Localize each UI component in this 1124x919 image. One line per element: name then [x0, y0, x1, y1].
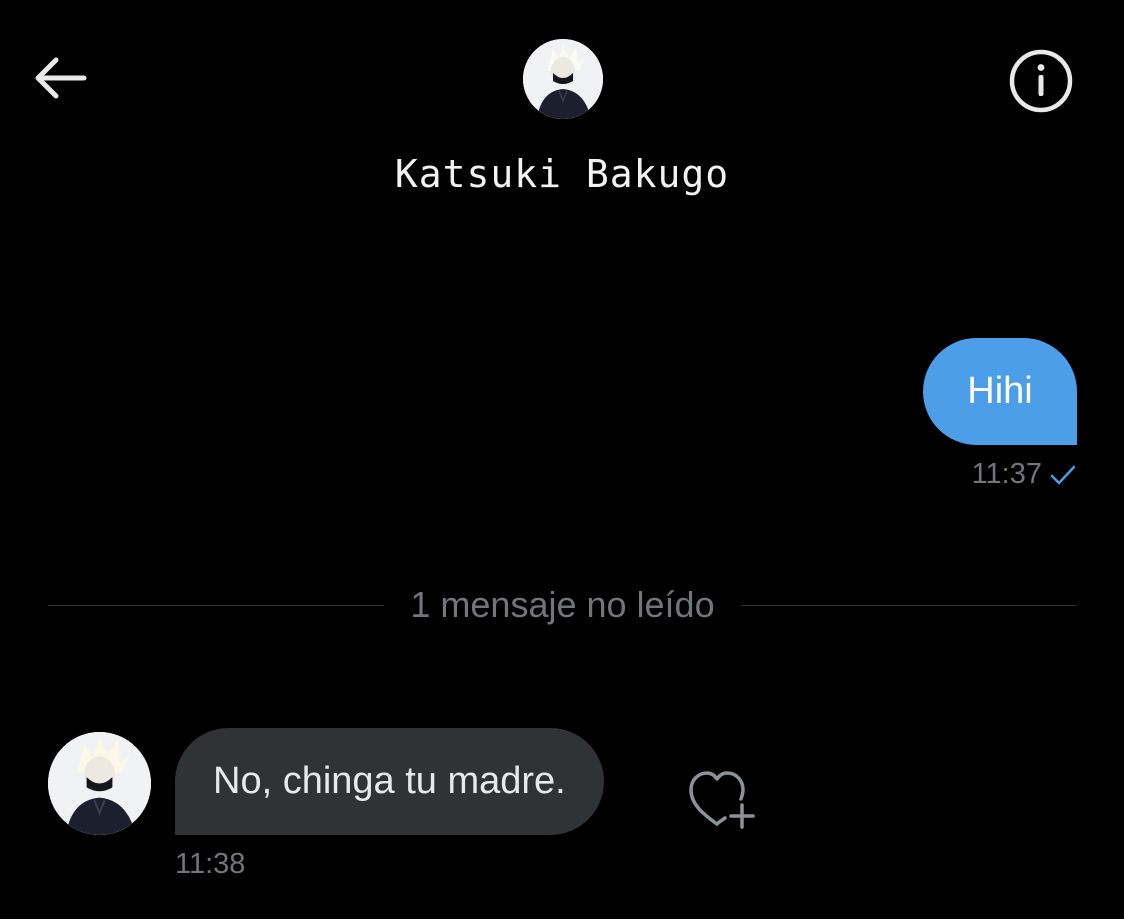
divider-line-right — [740, 604, 1077, 606]
add-reaction-button[interactable] — [685, 766, 763, 834]
unread-divider: 1 mensaje no leído — [48, 580, 1077, 630]
heart-plus-icon — [689, 771, 755, 829]
unread-divider-label: 1 mensaje no leído — [410, 584, 715, 625]
incoming-message-text: No, chinga tu madre. — [213, 760, 566, 802]
info-circle-icon — [1009, 49, 1073, 113]
sender-avatar[interactable] — [48, 732, 151, 835]
checkmark-icon — [1050, 465, 1076, 484]
contact-avatar[interactable] — [523, 39, 603, 119]
incoming-message-time: 11:38 — [175, 848, 246, 880]
outgoing-message-meta: 11:37 — [972, 458, 1076, 491]
avatar-image — [523, 39, 603, 119]
incoming-message-bubble[interactable]: No, chinga tu madre. — [175, 728, 604, 835]
conversation-info-button[interactable] — [1006, 46, 1076, 116]
divider-line-left — [48, 604, 385, 606]
conversation-header: Katsuki Bakugo — [0, 0, 1124, 230]
avatar-image — [48, 732, 151, 835]
outgoing-message-text: Hihi — [967, 370, 1033, 412]
outgoing-message-time: 11:37 — [971, 458, 1042, 490]
contact-name[interactable]: Katsuki Bakugo — [0, 152, 1124, 196]
back-button[interactable] — [30, 50, 90, 106]
arrow-left-icon — [35, 57, 87, 99]
outgoing-message-bubble[interactable]: Hihi — [923, 338, 1077, 445]
